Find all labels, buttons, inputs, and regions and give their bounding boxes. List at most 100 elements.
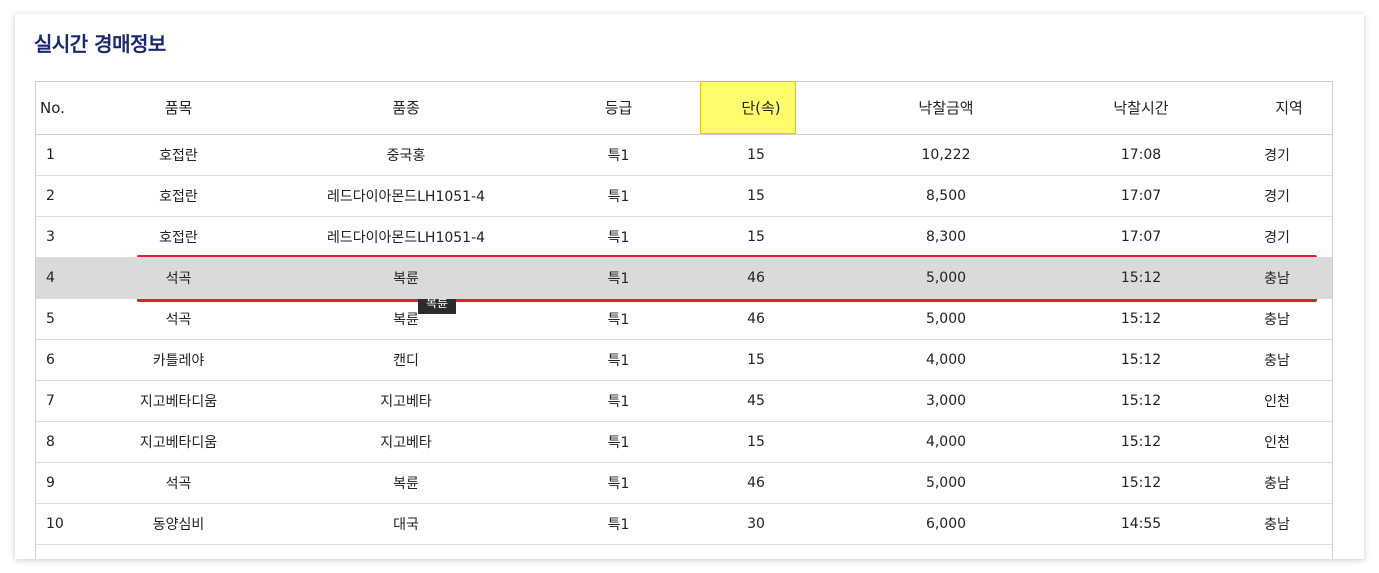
cell-time: 15:12 <box>1036 339 1246 381</box>
cell-time: 15:12 <box>1036 380 1246 422</box>
cell-grade: 특1 <box>561 257 676 299</box>
cell-variety: 중국홍 <box>251 134 561 176</box>
cell-no: 3 <box>36 216 106 258</box>
cell-no: 8 <box>36 421 106 463</box>
cell-price: 4,000 <box>856 339 1036 381</box>
cell-unit: 46 <box>676 257 856 299</box>
cell-unit: 30 <box>676 503 856 545</box>
table-row[interactable]: 10 동양심비 대국 특1 30 6,000 14:55 충남 <box>36 503 1332 545</box>
auction-table-container: No. 품목 품종 등급 단(속) 낙찰금액 낙찰시간 지역 1 호접란 중국홍 특1… <box>35 81 1333 559</box>
cell-unit: 45 <box>676 380 856 422</box>
cell-no: 2 <box>36 175 106 217</box>
header-variety[interactable]: 품종 <box>251 82 561 135</box>
cell-region: 경기 <box>1246 175 1332 217</box>
cell-no: 10 <box>36 503 106 545</box>
cell-region: 충남 <box>1246 257 1332 299</box>
table-row[interactable]: 7 지고베타디움 지고베타 특1 45 3,000 15:12 인천 <box>36 380 1332 422</box>
cell-item: 호접란 <box>106 134 251 176</box>
cell-unit: 15 <box>676 175 856 217</box>
cell-variety: 레드다이아몬드LH1051-4 <box>251 216 561 258</box>
cell-unit: 15 <box>676 216 856 258</box>
cell-no: 4 <box>36 257 106 299</box>
cell-time: 15:12 <box>1036 298 1246 340</box>
cell-region: 충남 <box>1246 339 1332 381</box>
cell-variety: 복륜 <box>251 298 561 340</box>
cell-time: 14:55 <box>1036 503 1246 545</box>
auction-table: No. 품목 품종 등급 단(속) 낙찰금액 낙찰시간 지역 1 호접란 중국홍 특1… <box>36 82 1332 545</box>
cell-no: 1 <box>36 134 106 176</box>
cell-item: 석곡 <box>106 257 251 299</box>
header-no[interactable]: No. <box>36 82 106 135</box>
cell-time: 17:07 <box>1036 175 1246 217</box>
cell-no: 5 <box>36 298 106 340</box>
cell-price: 3,000 <box>856 380 1036 422</box>
cell-item: 석곡 <box>106 298 251 340</box>
table-row[interactable]: 4 석곡 복륜 특1 46 5,000 15:12 충남 <box>36 257 1332 299</box>
cell-variety: 대국 <box>251 503 561 545</box>
table-row[interactable]: 1 호접란 중국홍 특1 15 10,222 17:08 경기 <box>36 134 1332 176</box>
header-time[interactable]: 낙찰시간 <box>1036 82 1246 135</box>
cell-unit: 15 <box>676 134 856 176</box>
header-unit-label: 단(속) <box>741 99 781 118</box>
cell-price: 5,000 <box>856 298 1036 340</box>
table-row[interactable]: 6 카틀레야 캔디 특1 15 4,000 15:12 충남 <box>36 339 1332 381</box>
cell-region: 충남 <box>1246 462 1332 504</box>
cell-time: 15:12 <box>1036 421 1246 463</box>
table-row[interactable]: 8 지고베타디움 지고베타 특1 15 4,000 15:12 인천 <box>36 421 1332 463</box>
cell-unit: 15 <box>676 339 856 381</box>
cell-time: 17:08 <box>1036 134 1246 176</box>
header-region[interactable]: 지역 <box>1246 82 1332 135</box>
cell-region: 인천 <box>1246 380 1332 422</box>
cell-price: 10,222 <box>856 134 1036 176</box>
cell-variety: 레드다이아몬드LH1051-4 <box>251 175 561 217</box>
cell-time: 15:12 <box>1036 257 1246 299</box>
panel-title: 실시간 경매정보 <box>34 32 166 56</box>
table-row[interactable]: 9 석곡 복륜 특1 46 5,000 15:12 충남 <box>36 462 1332 504</box>
header-grade[interactable]: 등급 <box>561 82 676 135</box>
cell-price: 6,000 <box>856 503 1036 545</box>
cell-variety: 캔디 <box>251 339 561 381</box>
cell-unit: 46 <box>676 298 856 340</box>
cell-grade: 특1 <box>561 503 676 545</box>
cell-grade: 특1 <box>561 134 676 176</box>
cell-grade: 특1 <box>561 462 676 504</box>
cell-grade: 특1 <box>561 216 676 258</box>
cell-region: 경기 <box>1246 216 1332 258</box>
cell-no: 9 <box>36 462 106 504</box>
cell-region: 충남 <box>1246 298 1332 340</box>
cell-item: 지고베타디움 <box>106 380 251 422</box>
cell-region: 인천 <box>1246 421 1332 463</box>
cell-item: 지고베타디움 <box>106 421 251 463</box>
cell-no: 7 <box>36 380 106 422</box>
cell-price: 5,000 <box>856 462 1036 504</box>
table-row[interactable]: 5 석곡 복륜 특1 46 5,000 15:12 충남 <box>36 298 1332 340</box>
cell-variety: 지고베타 <box>251 380 561 422</box>
cell-item: 석곡 <box>106 462 251 504</box>
header-item[interactable]: 품목 <box>106 82 251 135</box>
cell-unit: 46 <box>676 462 856 504</box>
table-row[interactable]: 3 호접란 레드다이아몬드LH1051-4 특1 15 8,300 17:07 경기 <box>36 216 1332 258</box>
cell-no: 6 <box>36 339 106 381</box>
cell-item: 호접란 <box>106 216 251 258</box>
cell-item: 카틀레야 <box>106 339 251 381</box>
header-price[interactable]: 낙찰금액 <box>856 82 1036 135</box>
cell-region: 충남 <box>1246 503 1332 545</box>
cell-price: 8,500 <box>856 175 1036 217</box>
cell-price: 4,000 <box>856 421 1036 463</box>
cell-grade: 특1 <box>561 175 676 217</box>
cell-variety: 복륜 <box>251 257 561 299</box>
cell-time: 17:07 <box>1036 216 1246 258</box>
cell-unit: 15 <box>676 421 856 463</box>
cell-variety: 지고베타 <box>251 421 561 463</box>
cell-grade: 특1 <box>561 339 676 381</box>
table-header-row: No. 품목 품종 등급 단(속) 낙찰금액 낙찰시간 지역 <box>36 82 1332 135</box>
auction-panel: 실시간 경매정보 No. 품목 품종 등급 단(속) 낙찰금액 낙찰시간 지역 … <box>15 14 1364 559</box>
cell-grade: 특1 <box>561 298 676 340</box>
cell-price: 8,300 <box>856 216 1036 258</box>
cell-variety: 복륜 <box>251 462 561 504</box>
cell-item: 호접란 <box>106 175 251 217</box>
header-unit[interactable]: 단(속) <box>676 82 856 135</box>
cell-price: 5,000 <box>856 257 1036 299</box>
cell-grade: 특1 <box>561 380 676 422</box>
table-row[interactable]: 2 호접란 레드다이아몬드LH1051-4 특1 15 8,500 17:07 경기 <box>36 175 1332 217</box>
